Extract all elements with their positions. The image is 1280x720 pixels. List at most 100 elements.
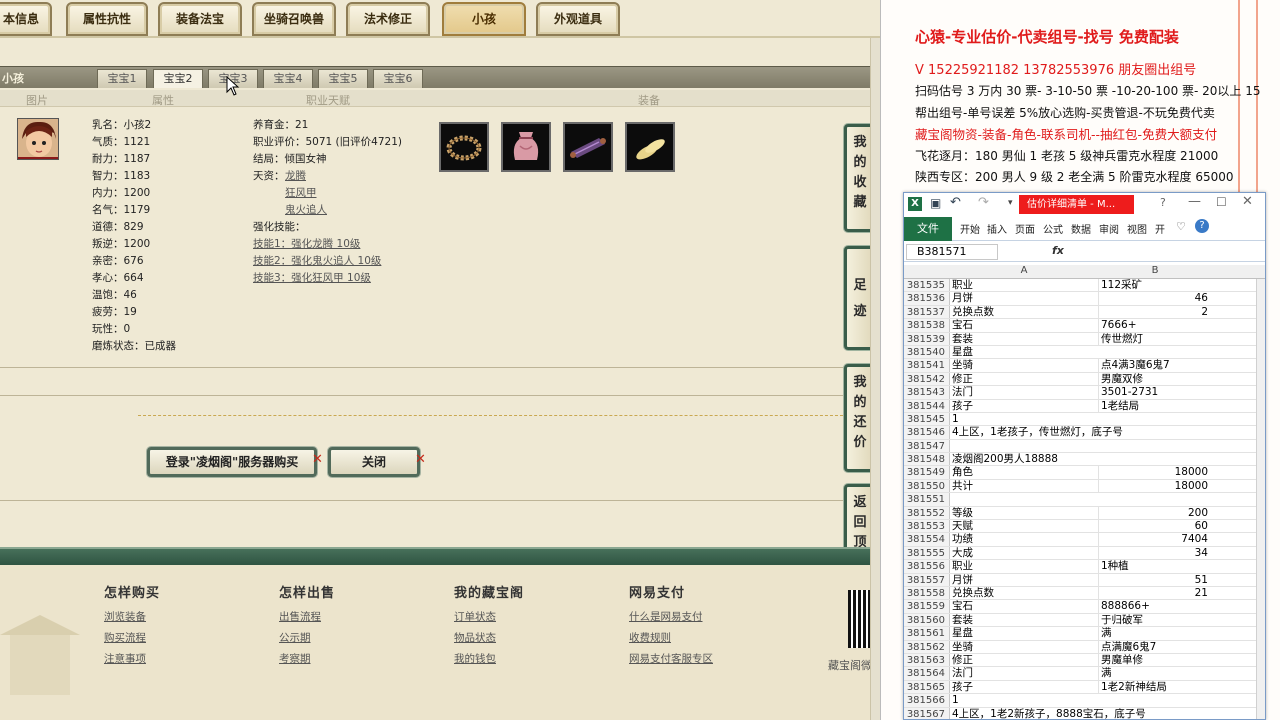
cell-b[interactable]: 1老2新神结局 <box>1098 680 1212 694</box>
undo-icon[interactable]: ↶ <box>950 195 961 210</box>
cell-a[interactable]: 天赋 <box>952 520 1096 533</box>
cell-a[interactable]: 月饼 <box>952 574 1096 587</box>
row-number[interactable]: 381550 <box>904 479 950 493</box>
ribbon-tab-developer[interactable]: 开 <box>1155 221 1165 236</box>
table-row[interactable]: 381565 孩子 1老2新神结局 <box>904 680 1265 695</box>
row-number[interactable]: 381567 <box>904 707 950 719</box>
footer-link[interactable]: 网易支付客服专区 <box>629 651 713 666</box>
tab-equipment[interactable]: 装备法宝 <box>158 2 242 36</box>
table-row[interactable]: 381557 月饼 51 <box>904 573 1265 587</box>
redo-icon[interactable]: ↷ <box>978 195 989 210</box>
table-row[interactable]: 381549 角色 18000 <box>904 466 1265 480</box>
ribbon-tab-layout[interactable]: 页面 <box>1015 221 1035 236</box>
row-number[interactable]: 381537 <box>904 305 950 319</box>
cell-b[interactable]: 888866+ <box>1098 600 1212 614</box>
vertical-scrollbar[interactable] <box>1256 279 1265 719</box>
row-number[interactable]: 381555 <box>904 546 950 560</box>
cell-a[interactable]: 角色 <box>952 466 1096 479</box>
footer-link[interactable]: 购买流程 <box>104 630 146 645</box>
cell-a[interactable]: 宝石 <box>952 600 1096 613</box>
close-icon[interactable]: ✕ <box>1242 194 1253 209</box>
cell-a[interactable]: 修正 <box>952 373 1096 386</box>
cell-a[interactable]: 4上区，1老2新孩子，8888宝石，底子号 <box>952 708 1146 720</box>
cell-a[interactable]: 兑换点数 <box>952 306 1096 319</box>
cell-b[interactable]: 112采矿 <box>1098 279 1212 292</box>
sub-tab-baby2[interactable]: 宝宝2 <box>153 69 203 88</box>
column-header-a[interactable]: A <box>952 265 1096 276</box>
row-number[interactable]: 381535 <box>904 279 950 292</box>
row-number[interactable]: 381562 <box>904 640 950 653</box>
cell-a[interactable]: 兑换点数 <box>952 587 1096 600</box>
sub-tab-baby4[interactable]: 宝宝4 <box>263 69 313 88</box>
sub-tab-baby1[interactable]: 宝宝1 <box>97 69 147 88</box>
row-number[interactable]: 381545 <box>904 412 950 426</box>
tab-children[interactable]: 小孩 <box>442 2 526 36</box>
table-row[interactable]: 381567 4上区，1老2新孩子，8888宝石，底子号 <box>904 707 1265 720</box>
table-row[interactable]: 381563 修正 男魔单修 <box>904 653 1265 668</box>
table-row[interactable]: 381546 4上区，1老孩子，传世燃灯，底子号 <box>904 426 1265 440</box>
sub-tab-baby6[interactable]: 宝宝6 <box>373 69 423 88</box>
cell-b[interactable]: 1老结局 <box>1098 399 1212 413</box>
cell-b[interactable]: 51 <box>1098 573 1212 587</box>
cell-b[interactable]: 46 <box>1098 292 1212 306</box>
help-circle-icon[interactable]: ? <box>1195 219 1209 233</box>
cell-a[interactable]: 套装 <box>952 333 1096 346</box>
cell-a[interactable]: 孩子 <box>952 400 1096 413</box>
row-number[interactable]: 381539 <box>904 332 950 345</box>
table-row[interactable]: 381550 共计 18000 <box>904 479 1265 494</box>
cell-b[interactable]: 满 <box>1098 627 1212 641</box>
cell-a[interactable]: 共计 <box>952 480 1096 493</box>
table-row[interactable]: 381535 职业 112采矿 <box>904 279 1265 293</box>
cell-a[interactable]: 星盘 <box>952 627 1096 640</box>
table-row[interactable]: 381559 宝石 888866+ <box>904 600 1265 614</box>
table-row[interactable]: 381562 坐骑 点满魔6鬼7 <box>904 640 1265 654</box>
table-row[interactable]: 381564 法门满 <box>904 667 1265 681</box>
row-number[interactable]: 381557 <box>904 573 950 586</box>
table-row[interactable]: 381552 等级 200 <box>904 506 1265 521</box>
name-box[interactable]: B381571 <box>906 244 998 260</box>
row-number[interactable]: 381564 <box>904 667 950 680</box>
table-row[interactable]: 381539 套装 传世燃灯 <box>904 332 1265 346</box>
ribbon-favorite-icon[interactable]: ♡ <box>1176 220 1186 233</box>
skill-link-2[interactable]: 技能2：强化鬼火追人 10级 <box>253 253 381 270</box>
tab-basic-info[interactable]: 本信息 <box>0 2 52 36</box>
buy-on-server-button[interactable]: 登录"凌烟阁"服务器购买 <box>147 447 317 477</box>
footer-link[interactable]: 物品状态 <box>454 630 496 645</box>
row-number[interactable]: 381541 <box>904 359 950 372</box>
cell-b[interactable]: 点满魔6鬼7 <box>1098 640 1212 654</box>
help-icon[interactable]: ? <box>1160 196 1166 209</box>
equipment-slippers[interactable] <box>625 122 675 172</box>
row-number[interactable]: 381544 <box>904 399 950 412</box>
cell-b[interactable]: 传世燃灯 <box>1098 332 1212 346</box>
table-row[interactable]: 381541 坐骑 点4满3魔6鬼7 <box>904 359 1265 373</box>
talent-link-1[interactable]: 龙腾 <box>285 168 306 185</box>
table-row[interactable]: 381537 兑换点数 2 <box>904 305 1265 320</box>
skill-link-1[interactable]: 技能1：强化龙腾 10级 <box>253 236 360 253</box>
table-row[interactable]: 381566 1 <box>904 694 1265 708</box>
row-number[interactable]: 381565 <box>904 680 950 694</box>
row-number[interactable]: 381560 <box>904 613 950 627</box>
cell-a[interactable]: 月饼 <box>952 292 1096 305</box>
tab-appearance[interactable]: 外观道具 <box>536 2 620 36</box>
row-number[interactable]: 381549 <box>904 466 950 479</box>
cell-b[interactable]: 18000 <box>1098 466 1212 480</box>
cell-a[interactable]: 1 <box>952 694 1096 707</box>
cell-a[interactable]: 等级 <box>952 507 1096 520</box>
cell-b[interactable]: 7404 <box>1098 533 1212 547</box>
column-header-b[interactable]: B <box>1098 265 1212 276</box>
spreadsheet-grid[interactable]: 381535 职业 112采矿 381536 月饼 46 381537 兑换点数 2 381538… <box>904 279 1265 720</box>
table-row[interactable]: 381558 兑换点数 21 <box>904 586 1265 601</box>
cell-b[interactable]: 于归破军 <box>1098 613 1212 627</box>
cell-a[interactable]: 法门 <box>952 386 1096 399</box>
footer-link[interactable]: 考察期 <box>279 651 311 666</box>
footer-link[interactable]: 注意事项 <box>104 651 146 666</box>
table-row[interactable]: 381560 套装 于归破军 <box>904 613 1265 628</box>
cell-a[interactable]: 功绩 <box>952 533 1096 546</box>
cell-b[interactable]: 满 <box>1098 667 1212 681</box>
footer-link[interactable]: 公示期 <box>279 630 311 645</box>
ribbon-tab-home[interactable]: 开始 <box>960 221 980 236</box>
ribbon-tab-formulas[interactable]: 公式 <box>1043 221 1063 236</box>
cell-a[interactable]: 职业 <box>952 279 1096 292</box>
cell-b[interactable]: 21 <box>1098 586 1212 600</box>
row-number[interactable]: 381559 <box>904 600 950 613</box>
